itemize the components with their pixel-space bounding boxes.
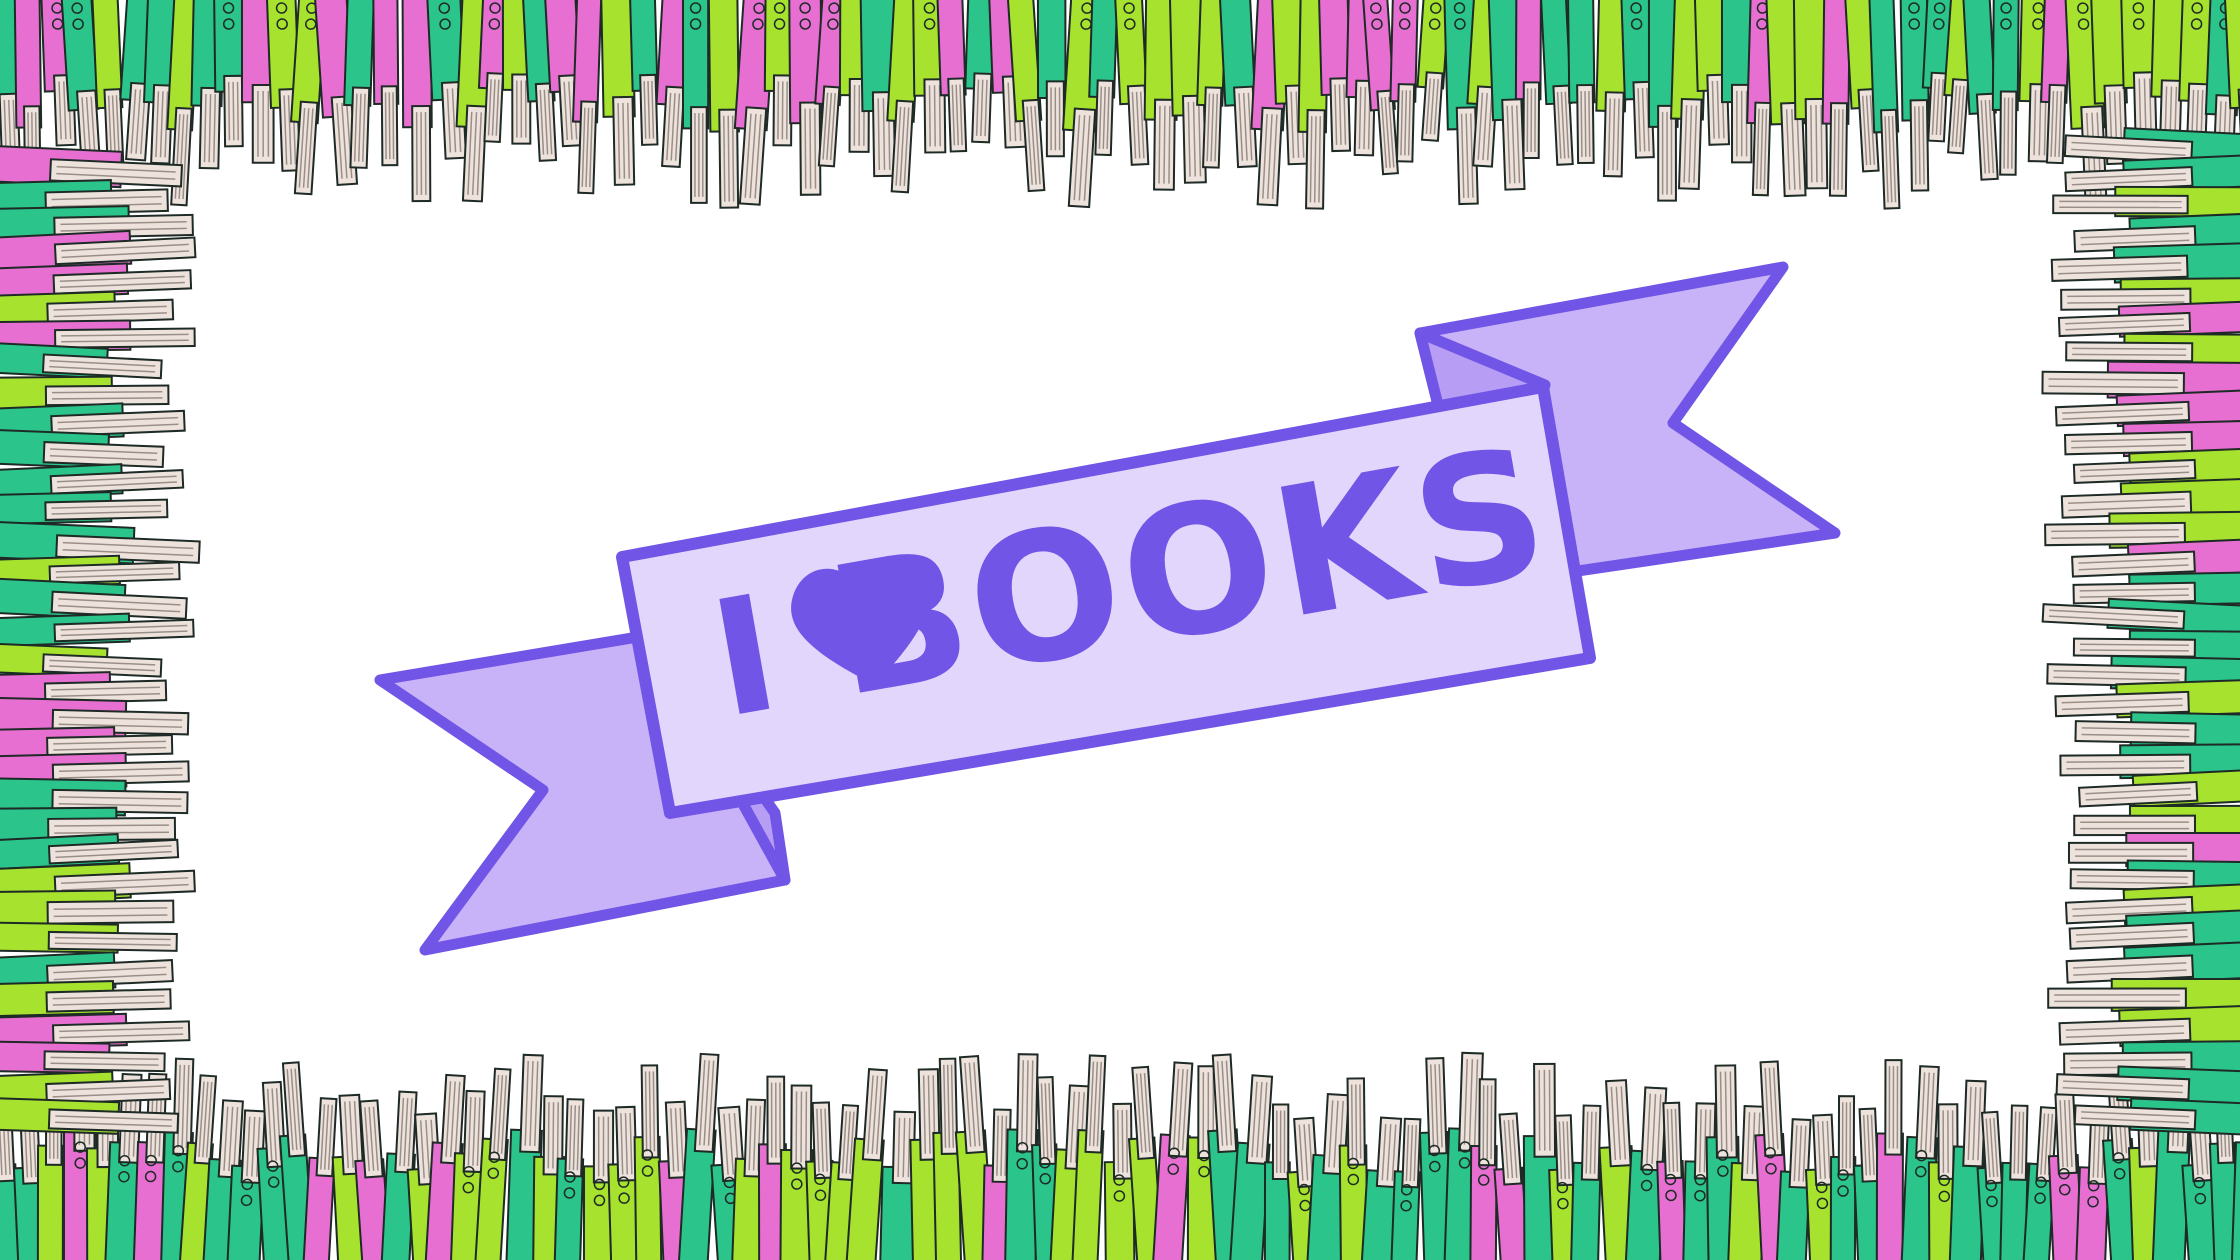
i-love-books-banner: I BOOKS bbox=[374, 261, 1841, 956]
canvas: I BOOKS bbox=[0, 0, 2240, 1260]
